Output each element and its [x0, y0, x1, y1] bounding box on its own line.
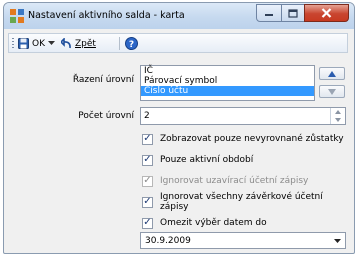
ok-label: OK	[32, 38, 45, 49]
maximize-button[interactable]	[281, 4, 305, 22]
form-area: Řazení úrovní IČ Párovací symbol Číslo ú…	[4, 55, 354, 253]
help-icon: ?	[125, 37, 138, 50]
level-count-value[interactable]: 2	[144, 111, 150, 121]
dropdown-arrow-icon[interactable]	[48, 41, 55, 46]
arrow-up-icon	[328, 70, 336, 77]
move-down-button[interactable]	[319, 85, 345, 98]
grid-icon	[10, 9, 24, 23]
list-item[interactable]: IČ	[141, 66, 314, 76]
date-to-value: 30.9.2009	[145, 236, 191, 246]
move-up-button[interactable]	[319, 67, 345, 80]
list-item-selected[interactable]: Číslo účtu	[141, 86, 314, 96]
help-button[interactable]: ?	[125, 36, 138, 51]
spinner-up-button[interactable]	[331, 108, 345, 116]
spinner-buttons	[330, 108, 345, 124]
level-count-spinner[interactable]: 2	[140, 107, 346, 125]
checkbox-label: Omezit výběr datem do	[160, 218, 267, 228]
undo-icon	[61, 38, 71, 49]
minimize-icon	[265, 14, 273, 16]
date-to-select[interactable]: 30.9.2009	[140, 232, 346, 249]
spinner-down-button[interactable]	[331, 116, 345, 124]
date-dropdown-button[interactable]	[330, 233, 345, 248]
toolbar-separator	[119, 37, 120, 50]
maximize-icon	[288, 8, 298, 18]
checkbox[interactable]: ✓	[142, 196, 153, 208]
checkbox-label: Ignorovat uzavírací účetní zápisy	[160, 176, 309, 186]
close-button[interactable]	[304, 4, 349, 22]
checkbox-label: Zobrazovat pouze nevyrovnané zůstatky	[160, 134, 344, 144]
checkbox[interactable]: ✓	[142, 154, 153, 166]
checkbox-limit-by-date[interactable]: ✓ Omezit výběr datem do	[142, 215, 267, 231]
checkbox-unbalanced-only[interactable]: ✓ Zobrazovat pouze nevyrovnané zůstatky	[142, 131, 344, 147]
toolbar-grip[interactable]	[12, 38, 14, 49]
window-title: Nastavení aktivního salda - karta	[28, 10, 185, 21]
minimize-button[interactable]	[256, 4, 282, 22]
sort-levels-listbox[interactable]: IČ Párovací symbol Číslo účtu	[140, 65, 315, 101]
dialog-window: Nastavení aktivního salda - karta OK Zpě…	[3, 2, 355, 254]
checkbox: ✓	[142, 175, 153, 187]
title-bar[interactable]: Nastavení aktivního salda - karta	[4, 3, 354, 29]
chevron-down-icon	[334, 238, 341, 243]
svg-text:?: ?	[129, 40, 134, 50]
checkbox-label: Ignorovat všechny závěrkové účetní zápis…	[160, 192, 323, 212]
ok-button[interactable]: OK	[18, 36, 55, 51]
level-count-label: Počet úrovní	[78, 111, 134, 121]
back-label: Zpět	[75, 38, 96, 49]
checkbox-active-period-only[interactable]: ✓ Pouze aktivní období	[142, 152, 253, 168]
checkbox[interactable]: ✓	[142, 217, 153, 229]
list-item[interactable]: Párovací symbol	[141, 76, 314, 86]
arrow-down-icon	[328, 88, 336, 95]
checkbox-label: Pouze aktivní období	[160, 155, 254, 165]
checkbox-ignore-all-year-end-entries[interactable]: ✓ Ignorovat všechny závěrkové účetní záp…	[142, 192, 354, 212]
close-icon	[321, 8, 332, 18]
save-icon	[18, 38, 29, 49]
checkbox[interactable]: ✓	[142, 133, 153, 145]
chevron-up-icon	[335, 110, 341, 114]
sort-levels-label: Řazení úrovní	[72, 75, 134, 85]
back-button[interactable]: Zpět	[61, 36, 96, 51]
toolbar: OK Zpět ?	[8, 33, 348, 53]
chevron-down-icon	[335, 118, 341, 122]
checkbox-ignore-closing-entries: ✓ Ignorovat uzavírací účetní zápisy	[142, 173, 308, 189]
